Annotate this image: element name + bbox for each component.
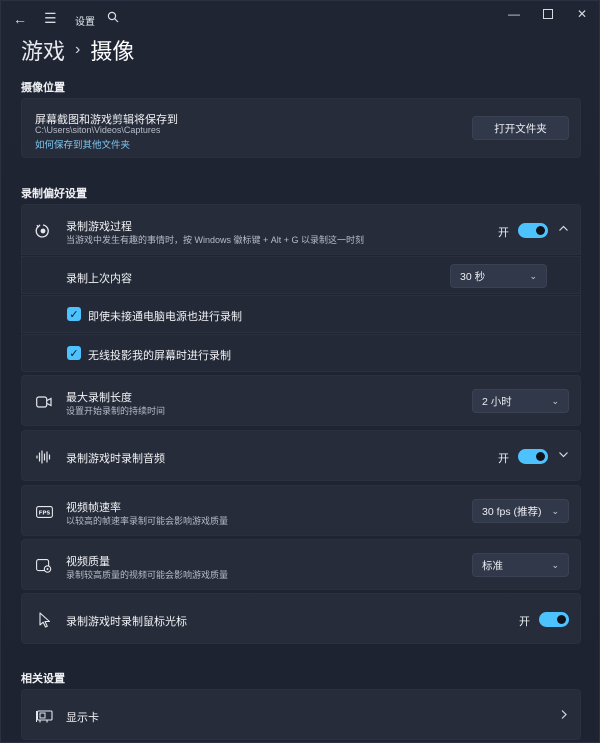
audio-toggle-label: 开 xyxy=(498,453,509,465)
fps-icon: FPS xyxy=(35,503,53,521)
search-icon[interactable] xyxy=(107,11,119,25)
quality-desc: 录制较高质量的视频可能会影响游戏质量 xyxy=(66,570,229,580)
quality-card: 视频质量 录制较高质量的视频可能会影响游戏质量 标准 ⌄ xyxy=(21,539,581,590)
page-title: 摄像 xyxy=(90,39,135,64)
video-camera-icon xyxy=(35,393,53,411)
chevron-down-icon: ⌄ xyxy=(529,270,537,281)
framerate-desc: 以较高的帧速率录制可能会影响游戏质量 xyxy=(66,516,229,526)
record-last-title: 录制上次内容 xyxy=(66,273,132,285)
record-toggle-label: 开 xyxy=(498,227,509,239)
hamburger-menu-icon[interactable]: ☰ xyxy=(44,11,57,25)
chevron-down-icon: ⌄ xyxy=(551,505,559,516)
mouse-cursor-icon xyxy=(36,611,54,629)
toggle-knob xyxy=(557,615,566,624)
graphics-card-link[interactable]: 显示卡 xyxy=(21,689,581,740)
breadcrumb-parent[interactable]: 游戏 xyxy=(21,34,65,66)
chevron-right-icon[interactable] xyxy=(559,709,569,723)
battery-recording-row: ✓ 即使未接通电脑电源也进行录制 xyxy=(21,295,581,333)
battery-recording-label[interactable]: 即使未接通电脑电源也进行录制 xyxy=(88,308,242,324)
toggle-knob xyxy=(536,452,545,461)
record-audio-toggle[interactable] xyxy=(518,449,548,464)
capture-path: C:\Users\siton\Videos\Captures xyxy=(35,125,161,135)
toggle-knob xyxy=(536,226,545,235)
svg-text:FPS: FPS xyxy=(38,510,50,516)
chevron-up-icon[interactable] xyxy=(558,223,569,237)
record-last-dropdown[interactable]: 30 秒 ⌄ xyxy=(450,264,547,288)
max-length-title: 最大录制长度 xyxy=(66,392,132,404)
wireless-recording-checkbox[interactable]: ✓ xyxy=(67,346,81,360)
record-audio-title: 录制游戏时录制音频 xyxy=(66,453,165,465)
open-folder-button[interactable]: 打开文件夹 xyxy=(472,116,569,140)
framerate-value: 30 fps (推荐) xyxy=(482,505,542,518)
title-bar: ← ☰ 设置 — ✕ xyxy=(1,1,600,37)
chevron-down-icon[interactable] xyxy=(558,449,569,463)
section-title-related: 相关设置 xyxy=(21,673,65,685)
record-what-happened-toggle[interactable] xyxy=(518,223,548,238)
cursor-toggle-label: 开 xyxy=(519,616,530,628)
wireless-recording-label[interactable]: 无线投影我的屏幕时进行录制 xyxy=(88,347,231,363)
chevron-down-icon: ⌄ xyxy=(551,559,559,570)
max-length-value: 2 小时 xyxy=(482,395,512,408)
max-length-desc: 设置开始录制的持续时间 xyxy=(66,406,166,416)
record-what-happened-desc: 当游戏中发生有趣的事情时，按 Windows 徽标键 + Alt + G 以录制… xyxy=(66,235,365,245)
record-what-happened-title: 录制游戏过程 xyxy=(66,221,132,233)
chevron-right-icon: › xyxy=(75,41,81,58)
maximize-button[interactable] xyxy=(531,1,565,27)
section-title-recording-prefs: 录制偏好设置 xyxy=(21,188,87,200)
audio-wave-icon xyxy=(35,448,53,466)
record-what-happened-card[interactable]: 录制游戏过程 当游戏中发生有趣的事情时，按 Windows 徽标键 + Alt … xyxy=(21,204,581,255)
max-length-dropdown[interactable]: 2 小时 ⌄ xyxy=(472,389,569,413)
framerate-title: 视频帧速率 xyxy=(66,502,121,514)
app-title: 设置 xyxy=(75,17,95,28)
graphics-card-icon xyxy=(35,707,53,725)
minimize-button[interactable]: — xyxy=(497,1,531,27)
breadcrumb: 游戏 › 摄像 xyxy=(21,34,134,66)
record-last-row: 录制上次内容 30 秒 ⌄ xyxy=(21,256,581,294)
quality-dropdown[interactable]: 标准 ⌄ xyxy=(472,553,569,577)
max-length-card: 最大录制长度 设置开始录制的持续时间 2 小时 ⌄ xyxy=(21,375,581,426)
quality-title: 视频质量 xyxy=(66,556,110,568)
close-button[interactable]: ✕ xyxy=(565,1,599,27)
record-audio-card[interactable]: 录制游戏时录制音频 开 xyxy=(21,430,581,481)
quality-value: 标准 xyxy=(482,559,503,572)
cursor-title: 录制游戏时录制鼠标光标 xyxy=(66,616,187,628)
section-title-capture-location: 摄像位置 xyxy=(21,82,65,94)
settings-window: ← ☰ 设置 — ✕ 游戏 › 摄像 摄像位置 屏幕截图和游戏剪辑将保存到 C:… xyxy=(0,0,600,743)
cursor-toggle[interactable] xyxy=(539,612,569,627)
wireless-recording-row: ✓ 无线投影我的屏幕时进行录制 xyxy=(21,334,581,372)
record-last-value: 30 秒 xyxy=(460,270,486,283)
chevron-down-icon: ⌄ xyxy=(551,395,559,406)
framerate-dropdown[interactable]: 30 fps (推荐) ⌄ xyxy=(472,499,569,523)
back-arrow-icon[interactable]: ← xyxy=(13,12,27,26)
save-elsewhere-link[interactable]: 如何保存到其他文件夹 xyxy=(35,137,130,151)
framerate-card: FPS 视频帧速率 以较高的帧速率录制可能会影响游戏质量 30 fps (推荐)… xyxy=(21,485,581,536)
video-settings-icon xyxy=(35,557,53,575)
record-icon xyxy=(34,222,52,240)
battery-recording-checkbox[interactable]: ✓ xyxy=(67,307,81,321)
cursor-card: 录制游戏时录制鼠标光标 开 xyxy=(21,593,581,644)
capture-location-card: 屏幕截图和游戏剪辑将保存到 C:\Users\siton\Videos\Capt… xyxy=(21,98,581,158)
graphics-card-title: 显示卡 xyxy=(66,712,99,724)
